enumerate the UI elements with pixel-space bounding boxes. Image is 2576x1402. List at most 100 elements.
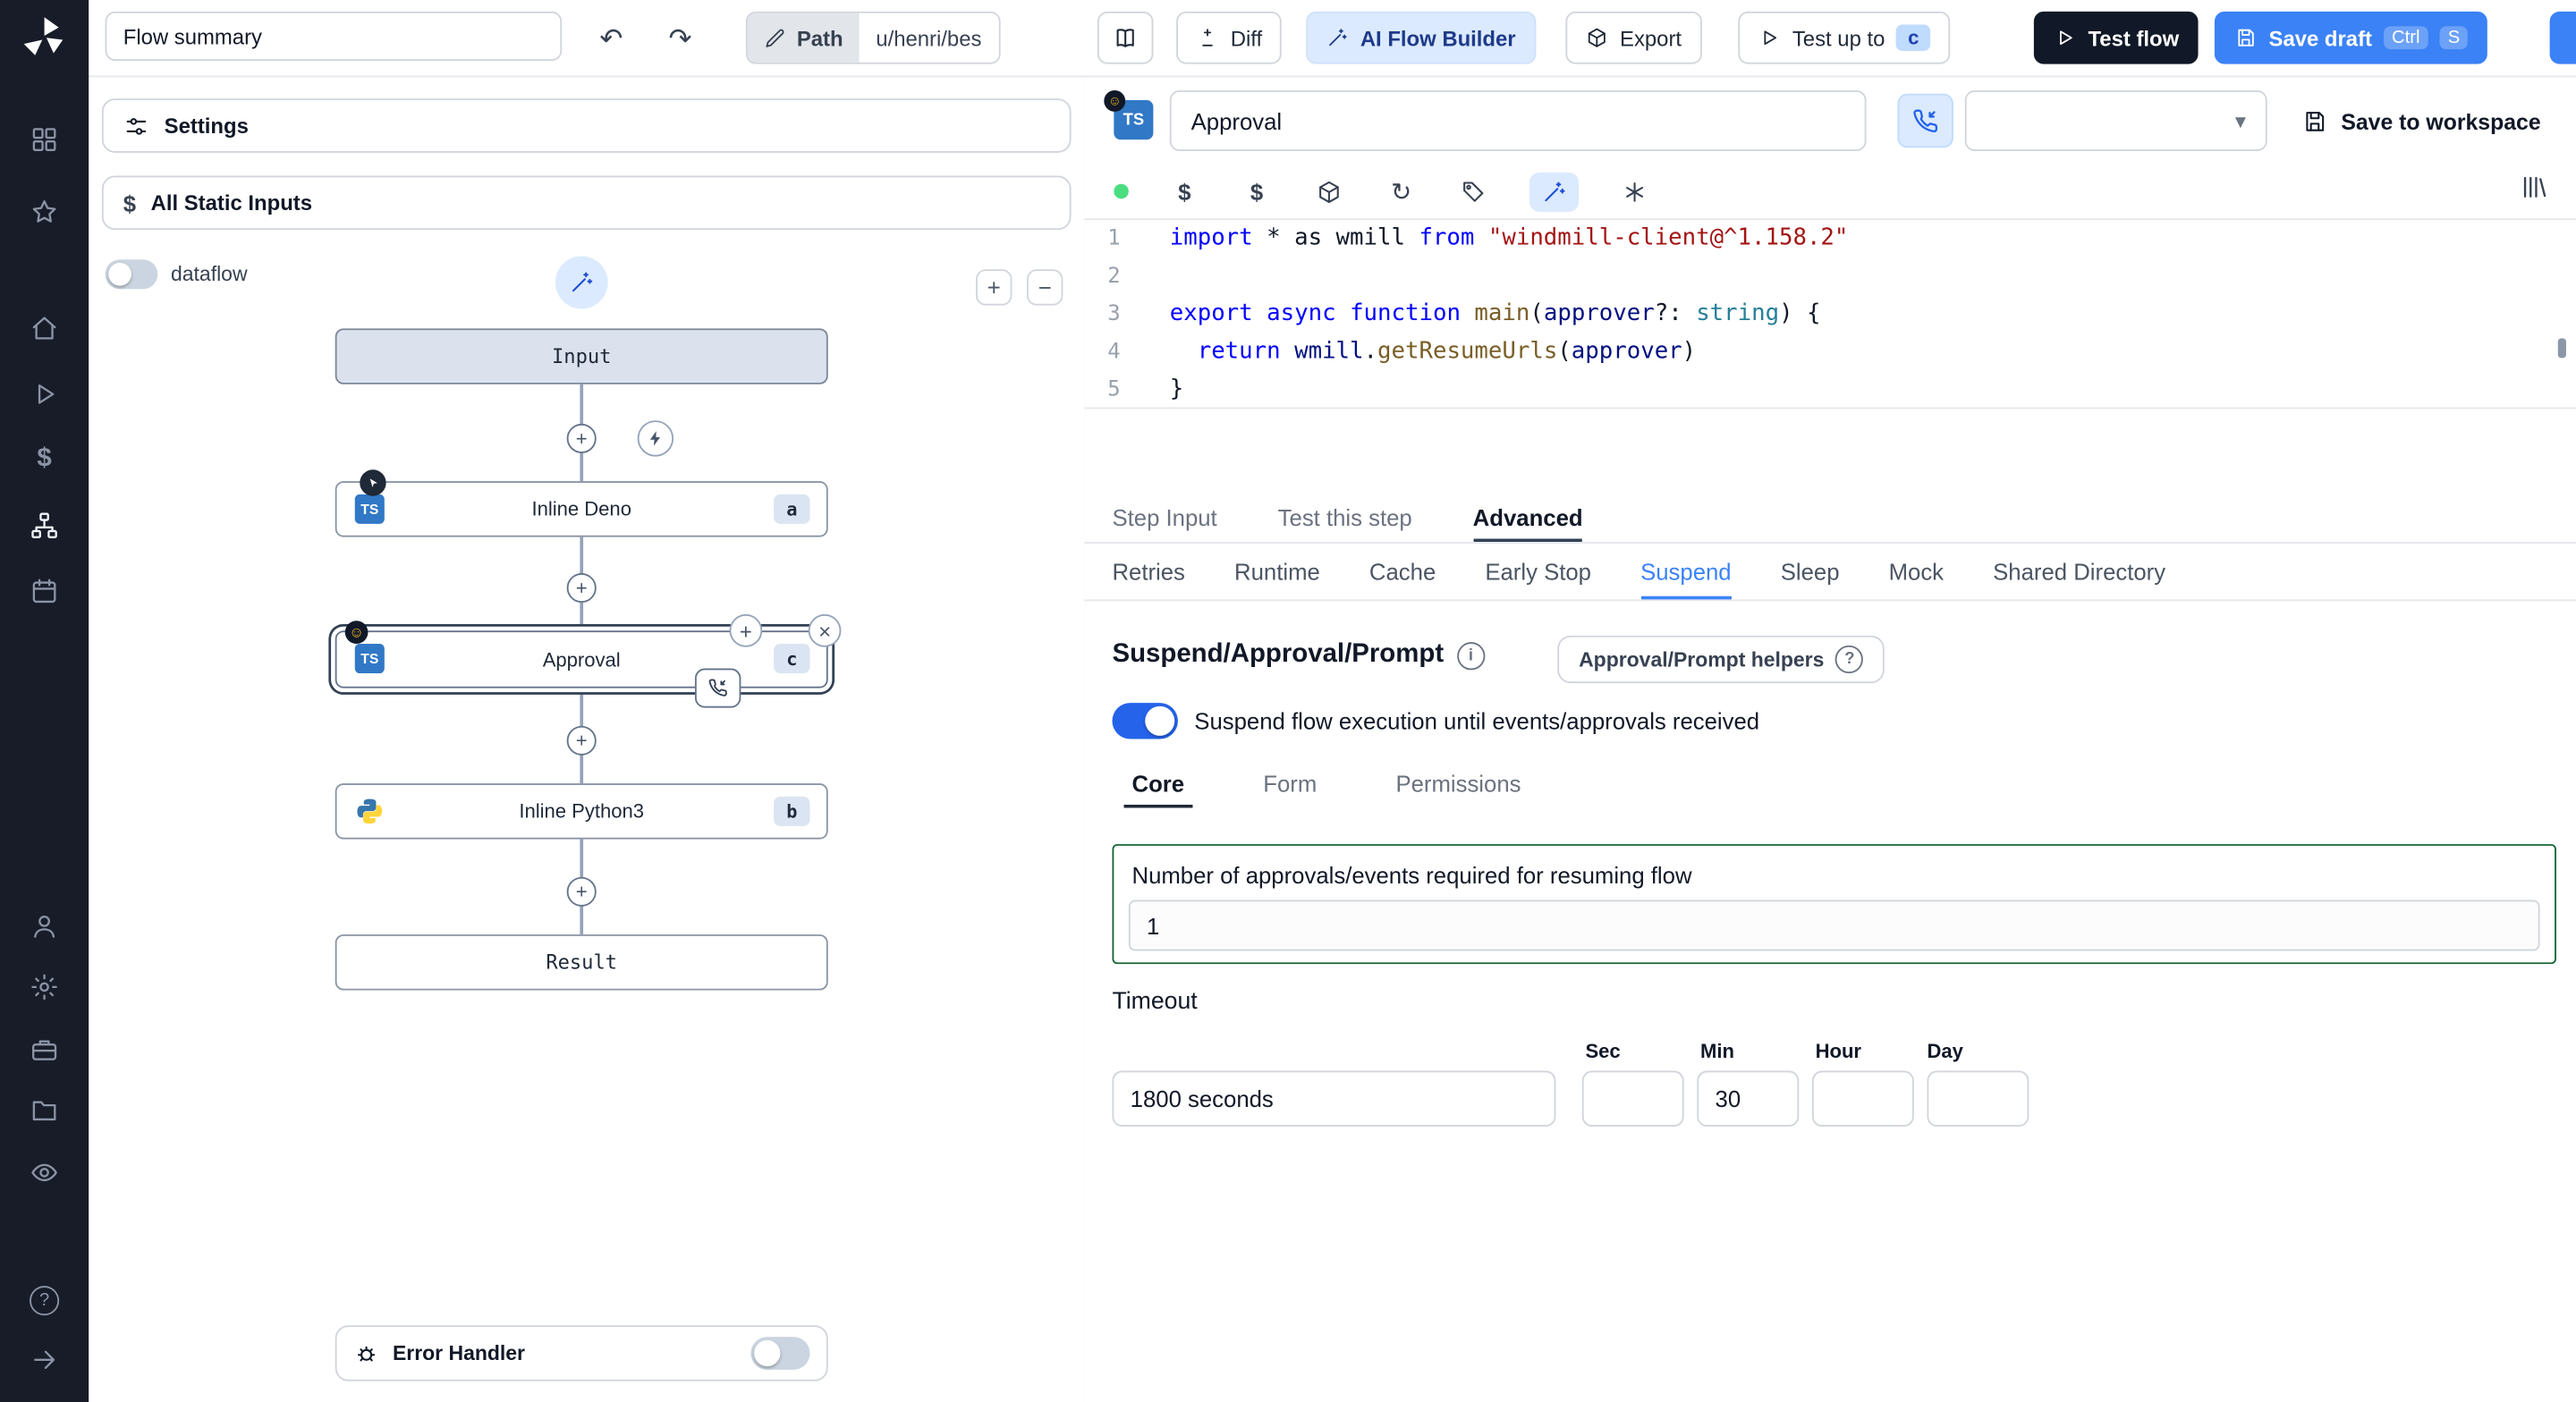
code-line[interactable]: 1 import * as wmill from "windmill-client… [1084,220,2576,258]
app-sidebar: $ ? [0,0,89,1402]
zoom-in-button[interactable]: + [976,269,1013,306]
diff-button[interactable]: Diff [1176,11,1283,64]
redo-button[interactable]: ↷ [660,11,700,64]
tab-suspend[interactable]: Suspend [1640,544,1732,599]
flow-node-inline-python3[interactable]: Inline Python3 b [335,783,828,840]
code-line[interactable]: 5} [1084,371,2576,409]
tab-shared-directory[interactable]: Shared Directory [1993,544,2165,599]
tab-advanced[interactable]: Advanced [1473,493,1583,542]
favorites-star-icon[interactable] [25,192,64,232]
format-sparkle-icon[interactable] [1618,172,1651,211]
timeout-hour-input[interactable] [1811,1070,1914,1127]
users-icon[interactable] [25,907,64,946]
home-icon[interactable] [25,308,64,348]
insert-step-button[interactable]: + [566,876,597,907]
workers-icon[interactable] [25,1030,64,1069]
ai-wand-button[interactable] [555,256,608,309]
windmill-logo[interactable] [20,13,69,63]
redo-icon: ↷ [668,21,692,54]
tab-core[interactable]: Core [1123,759,1192,808]
package-icon[interactable] [1313,172,1346,211]
error-handler[interactable]: Error Handler [335,1325,828,1381]
timeout-label: Timeout [1112,988,1198,1016]
suspend-phone-button[interactable] [1897,93,1953,148]
approvals-required-input[interactable] [1128,899,2540,951]
flows-icon[interactable] [25,506,64,545]
code-line[interactable]: 4 return wmill.getResumeUrls(approver) [1084,334,2576,371]
help-icon[interactable]: ? [25,1281,64,1321]
deploy-button-partial[interactable] [2549,11,2576,64]
flow-node-result[interactable]: Result [335,934,828,991]
apps-icon[interactable] [25,120,64,159]
suspend-toggle-row: Suspend flow execution until events/appr… [1112,703,1759,739]
insert-step-button[interactable]: + [566,725,597,756]
ai-assistant-icon[interactable] [1529,171,1580,212]
path-control[interactable]: Path u/henri/bes [745,11,1000,64]
library-icon[interactable] [2521,173,2550,207]
flow-summary-input[interactable] [105,11,563,61]
save-draft-button[interactable]: Save draft Ctrl S [2214,11,2488,64]
diff-icon [1202,29,1213,46]
trigger-bolt-button[interactable] [637,420,674,457]
scrollbar-marker[interactable] [2557,338,2566,359]
expand-sidebar-icon[interactable] [25,1340,64,1380]
code-editor[interactable]: 1 import * as wmill from "windmill-client… [1084,220,2576,493]
resources-icon[interactable]: $ [1241,172,1274,211]
tab-permissions[interactable]: Permissions [1387,759,1529,808]
move-handle-icon[interactable]: + [729,613,763,647]
timeout-day-input[interactable] [1927,1070,2029,1127]
tab-retries[interactable]: Retries [1112,544,1184,599]
tab-step-input[interactable]: Step Input [1112,493,1216,542]
reload-icon[interactable]: ↻ [1385,172,1418,211]
test-up-to-button[interactable]: Test up to c [1738,11,1951,64]
export-button[interactable]: Export [1565,11,1702,64]
test-flow-button[interactable]: Test flow [2033,11,2199,64]
tab-mock[interactable]: Mock [1889,544,1944,599]
schedules-icon[interactable] [25,571,64,611]
step-name-input[interactable] [1169,90,1867,151]
code-line[interactable]: 3 export async function main(approver?: s… [1084,296,2576,334]
minus-icon: − [1038,274,1052,301]
approvals-required-label: Number of approvals/events required for … [1131,862,1692,889]
windmill-flow-editor: $ ? ↶ ↷ Path u/henri/bes Diff AI Flow Bu… [0,0,2576,1402]
info-icon[interactable]: i [1456,641,1486,670]
tab-cache[interactable]: Cache [1369,544,1436,599]
code-line[interactable]: 2 [1084,258,2576,295]
tab-early-stop[interactable]: Early Stop [1485,544,1591,599]
audit-logs-eye-icon[interactable] [25,1153,64,1192]
insert-step-button[interactable]: + [566,573,597,604]
docs-book-button[interactable] [1097,11,1154,64]
error-handler-toggle[interactable] [750,1337,810,1370]
variables-icon[interactable]: $ [25,440,64,479]
error-handler-label: Error Handler [392,1341,526,1365]
ai-flow-builder-button[interactable]: AI Flow Builder [1306,11,1536,64]
flow-node-approval[interactable]: ☺ TS Approval c + × [335,613,842,708]
tag-icon[interactable] [1457,172,1490,211]
bug-icon [357,1346,376,1362]
zoom-out-button[interactable]: − [1026,269,1063,306]
delete-step-button[interactable]: × [808,613,842,647]
undo-button[interactable]: ↶ [591,11,631,64]
variables-icon[interactable]: $ [1168,172,1201,211]
runs-icon[interactable] [25,375,64,414]
tab-test-this-step[interactable]: Test this step [1278,493,1412,542]
tab-form[interactable]: Form [1255,759,1325,808]
timeout-sec-input[interactable] [1581,1070,1684,1127]
folders-icon[interactable] [25,1091,64,1130]
dataflow-toggle[interactable] [105,259,158,290]
tab-sleep[interactable]: Sleep [1781,544,1840,599]
template-select[interactable]: ▾ [1964,90,2267,151]
settings-gear-icon[interactable] [25,967,64,1007]
timeout-min-input[interactable] [1697,1070,1800,1127]
approval-prompt-helpers-button[interactable]: Approval/Prompt helpers ? [1557,635,1885,684]
insert-step-button[interactable]: + [566,423,597,453]
flow-node-inline-deno[interactable]: TS Inline Deno a [335,469,828,537]
flow-node-input[interactable]: Input [335,328,828,384]
save-to-workspace-button[interactable]: Save to workspace [2292,98,2550,144]
all-static-inputs-button[interactable]: $ All Static Inputs [101,175,1072,231]
suspend-toggle[interactable] [1112,703,1178,739]
tab-runtime[interactable]: Runtime [1234,544,1320,599]
flow-settings-button[interactable]: Settings [101,98,1072,153]
timeout-seconds-input[interactable] [1112,1070,1556,1127]
line-number: 3 [1107,301,1121,327]
